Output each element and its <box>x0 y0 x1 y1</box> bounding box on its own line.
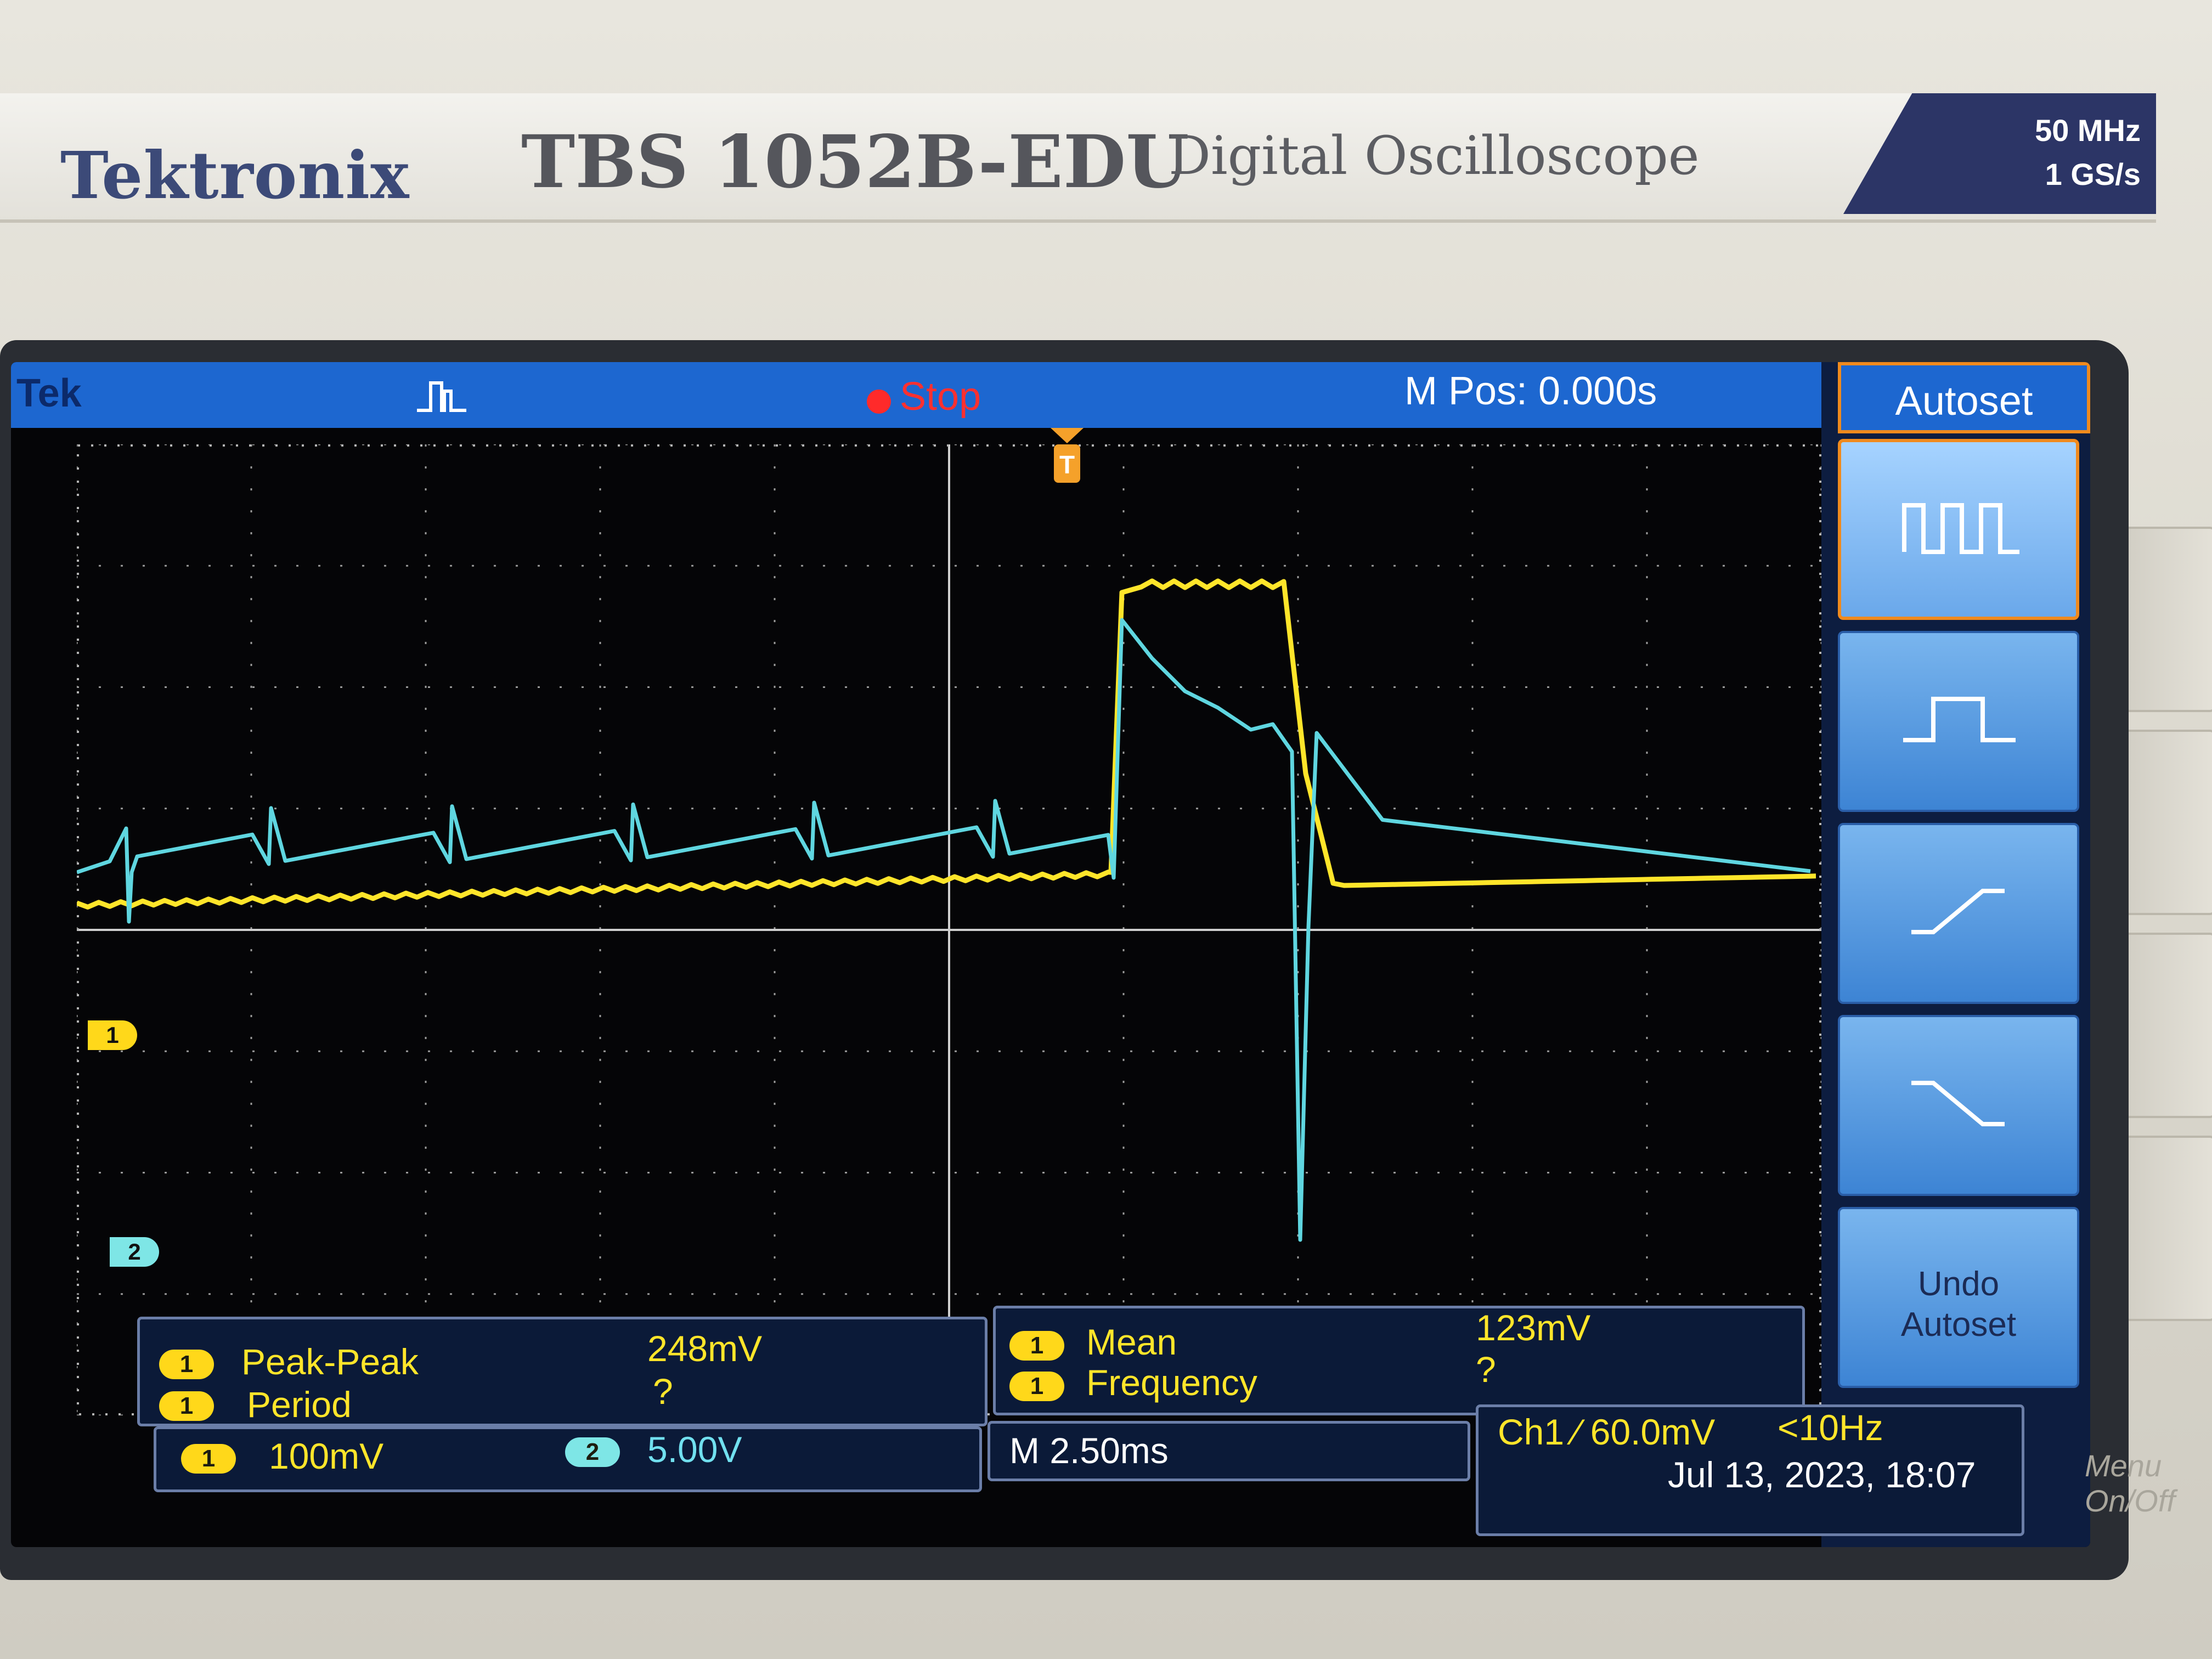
tektronix-logo: Tektronix <box>60 137 410 213</box>
falling-edge-icon <box>1911 1081 2005 1126</box>
spec-sample-rate: 1 GS/s <box>2045 157 2141 191</box>
m2-value: ? <box>653 1371 673 1412</box>
spec-bandwidth: 50 MHz <box>2035 113 2141 148</box>
menu-on-off-label: Menu On/Off <box>2085 1448 2175 1519</box>
m2-label: Period <box>247 1384 352 1425</box>
ch2-scale[interactable]: 5.00V <box>647 1429 742 1470</box>
horizontal-position: M Pos: 0.000s <box>1404 369 1657 413</box>
autoset-single-cycle-button[interactable] <box>1838 631 2079 812</box>
menu-on-off-line1: Menu <box>2085 1448 2162 1483</box>
ch1-scale-badge: 1 <box>181 1444 236 1474</box>
menu-on-off-line2: On/Off <box>2085 1483 2175 1518</box>
top-status-bar: Tek Stop M Pos: 0.000s <box>11 362 1821 428</box>
graticule-grid <box>77 444 1821 1415</box>
m4-label: Frequency <box>1086 1362 1257 1403</box>
device-subtitle: Digital Oscilloscope <box>1169 125 1700 187</box>
ch2-scale-badge: 2 <box>565 1437 620 1467</box>
square-wave-icon <box>1902 503 2019 554</box>
m1-channel-badge: 1 <box>159 1350 214 1379</box>
run-status: Stop <box>900 375 981 419</box>
ch1-ground-marker[interactable]: 1 <box>88 1020 137 1050</box>
undo-label-line1: Undo <box>1917 1265 2000 1303</box>
trigger-level[interactable]: Ch1 ⁄ 60.0mV <box>1498 1411 1715 1453</box>
acquisition-pulse-icon <box>417 381 466 412</box>
ch1-scale[interactable]: 100mV <box>269 1435 383 1477</box>
menu-title: Autoset <box>1838 362 2090 433</box>
tek-label: Tek <box>16 371 82 415</box>
timebase[interactable]: M 2.50ms <box>1009 1430 1169 1471</box>
m1-label: Peak-Peak <box>241 1341 419 1382</box>
m4-channel-badge: 1 <box>1009 1372 1064 1401</box>
m4-value: ? <box>1476 1349 1496 1390</box>
rising-edge-icon <box>1911 889 2005 934</box>
m1-value: 248mV <box>647 1328 763 1369</box>
autoset-rising-edge-button[interactable] <box>1838 823 2079 1004</box>
ch2-ground-marker[interactable]: 2 <box>110 1237 159 1267</box>
trigger-frequency: <10Hz <box>1778 1407 1883 1448</box>
m3-value: 123mV <box>1476 1307 1591 1348</box>
m3-label: Mean <box>1086 1322 1177 1362</box>
waveform-display <box>77 444 1821 1415</box>
date-time: Jul 13, 2023, 18:07 <box>1668 1454 1976 1495</box>
display-screen: Tek Stop M Pos: 0.000s T 1 2 Autoset Und… <box>11 362 2090 1547</box>
m3-channel-badge: 1 <box>1009 1331 1064 1361</box>
undo-label-line2: Autoset <box>1900 1306 2017 1344</box>
autoset-multi-cycle-button[interactable] <box>1838 439 2079 620</box>
autoset-falling-edge-button[interactable] <box>1838 1015 2079 1196</box>
stop-indicator-icon <box>867 390 891 414</box>
trigger-marker-label: T <box>1059 450 1075 479</box>
ch1-waveform <box>77 578 1816 910</box>
single-pulse-icon <box>1903 697 2016 742</box>
m2-channel-badge: 1 <box>159 1391 214 1421</box>
undo-autoset-button[interactable]: Undo Autoset <box>1838 1207 2079 1388</box>
model-name: TBS 1052B-EDU <box>521 120 1189 205</box>
